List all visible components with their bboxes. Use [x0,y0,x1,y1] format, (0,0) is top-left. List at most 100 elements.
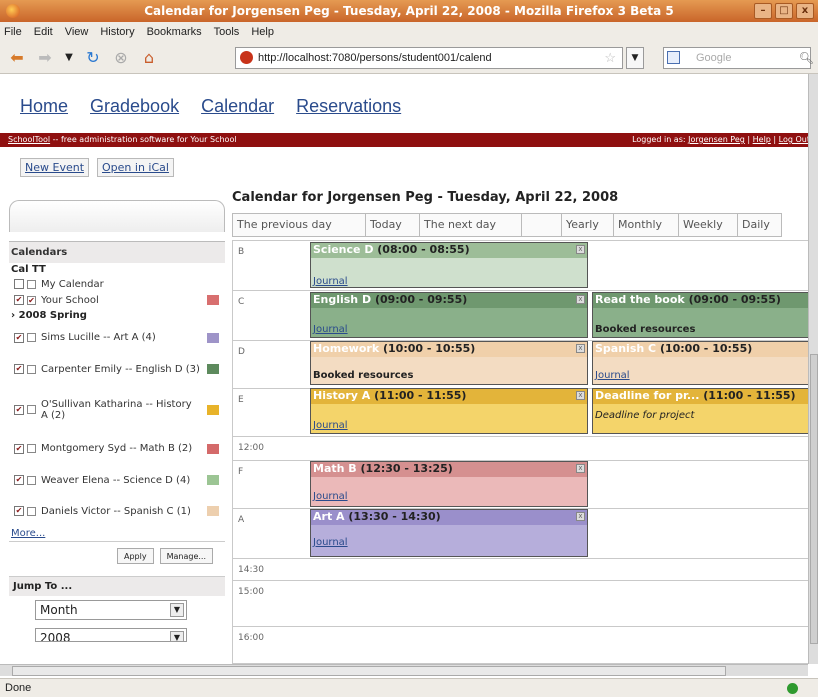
calendar-item-art[interactable]: ✔ Sims Lucille -- Art A (4) [9,323,225,352]
logout-link[interactable]: Log Out [779,135,810,144]
event-art[interactable]: Art A (13:30 - 14:30) x Journal [310,509,588,557]
slot-12-00[interactable]: 12:00 [232,436,810,460]
url-dropdown-icon[interactable]: ▼ [626,47,644,69]
journal-link[interactable]: Journal [313,324,348,335]
event-homework[interactable]: Homework (10:00 - 10:55) x Booked resour… [310,341,588,385]
calendar-item-my-calendar[interactable]: My Calendar [9,277,225,291]
visible-checkbox[interactable] [27,444,36,453]
menu-tools[interactable]: Tools [214,22,240,42]
journal-link[interactable]: Journal [313,537,348,548]
overlay-checkbox[interactable]: ✔ [14,443,24,454]
visible-checkbox[interactable] [27,475,36,485]
new-event-button[interactable]: New Event [20,158,90,177]
home-icon[interactable]: ⌂ [138,48,160,68]
slot-16-00[interactable]: 16:00 [232,626,810,664]
history-dropdown-icon[interactable]: ▼ [58,48,80,68]
calendar-item-english[interactable]: ✔ Carpenter Emily -- English D (3) [9,352,225,386]
visible-checkbox[interactable] [27,506,36,516]
apply-button[interactable]: Apply [117,548,154,564]
color-swatch[interactable] [207,443,219,454]
visible-checkbox[interactable] [27,333,36,342]
visible-checkbox[interactable] [27,364,36,374]
overlay-checkbox[interactable]: ✔ [14,475,24,485]
event-english[interactable]: English D (09:00 - 09:55) x Journal [310,292,588,338]
event-history[interactable]: History A (11:00 - 11:55) x Journal [310,388,588,434]
color-swatch[interactable] [207,364,219,374]
close-icon[interactable]: x [576,512,585,521]
close-icon[interactable]: x [576,344,585,353]
nav-home[interactable]: Home [20,96,68,117]
daily-link[interactable]: Daily [737,214,774,236]
event-science[interactable]: Science D (08:00 - 08:55) x Journal [310,242,588,288]
overlay-checkbox[interactable]: ✔ [14,506,24,516]
nav-calendar[interactable]: Calendar [201,96,274,117]
chevron-down-icon[interactable]: ▼ [170,603,184,617]
back-arrow-icon[interactable]: ⬅ [6,48,28,68]
overlay-checkbox[interactable] [14,279,24,289]
url-bar[interactable]: http://localhost:7080/persons/student001… [235,47,623,69]
color-swatch[interactable] [207,404,219,415]
nav-reservations[interactable]: Reservations [296,96,401,117]
yearly-link[interactable]: Yearly [561,214,603,236]
horizontal-scrollbar[interactable] [0,664,808,676]
slot-15-00[interactable]: 15:00 [232,580,810,626]
scroll-thumb[interactable] [810,354,818,644]
bookmark-star-icon[interactable]: ☆ [604,48,616,68]
close-button[interactable]: x [796,3,814,19]
scroll-thumb[interactable] [12,666,726,676]
overlay-checkbox[interactable]: ✔ [14,364,24,374]
color-swatch[interactable] [207,475,219,485]
event-math[interactable]: Math B (12:30 - 13:25) x Journal [310,461,588,507]
menu-help[interactable]: Help [251,22,274,42]
event-read-the-book[interactable]: Read the book (09:00 - 09:55) Booked res… [592,292,810,338]
manage-button[interactable]: Manage... [159,548,213,564]
search-box[interactable]: Google 🔍︎ [663,47,814,69]
visible-checkbox[interactable]: ✔ [27,295,36,305]
visible-checkbox[interactable] [27,279,36,289]
slot-14-30[interactable]: 14:30 [232,558,810,580]
forward-arrow-icon[interactable]: ➡ [34,48,56,68]
calendar-item-history[interactable]: ✔ O'Sullivan Katharina -- History A (2) [9,386,225,433]
menu-view[interactable]: View [65,22,89,42]
menu-file[interactable]: File [4,22,22,42]
more-calendars-link[interactable]: More... [9,526,225,542]
reload-icon[interactable]: ↻ [82,48,104,68]
nav-gradebook[interactable]: Gradebook [90,96,179,117]
menu-bookmarks[interactable]: Bookmarks [147,22,202,42]
weekly-link[interactable]: Weekly [678,214,727,236]
menu-edit[interactable]: Edit [34,22,53,42]
overlay-checkbox[interactable]: ✔ [14,295,24,305]
close-icon[interactable]: x [576,464,585,473]
event-spanish[interactable]: Spanish C (10:00 - 10:55) Journal [592,341,810,385]
chevron-down-icon[interactable]: ▼ [170,631,184,641]
next-day-link[interactable]: The next day [419,214,500,236]
previous-day-link[interactable]: The previous day [233,214,336,236]
calendar-item-math[interactable]: ✔ Montgomery Syd -- Math B (2) [9,433,225,464]
calendar-item-science[interactable]: ✔ Weaver Elena -- Science D (4) [9,464,225,496]
close-icon[interactable]: x [576,245,585,254]
today-link[interactable]: Today [365,214,406,236]
journal-link[interactable]: Journal [313,420,348,431]
minimize-button[interactable]: – [754,3,772,19]
close-icon[interactable]: x [576,295,585,304]
calendar-item-spanish[interactable]: ✔ Daniels Victor -- Spanish C (1) [9,496,225,526]
visible-checkbox[interactable] [27,405,36,414]
menu-history[interactable]: History [100,22,134,42]
user-link[interactable]: Jorgensen Peg [688,135,745,144]
brand-link[interactable]: SchoolTool [8,135,50,144]
stop-icon[interactable]: ⊗ [110,48,132,68]
color-swatch[interactable] [207,332,219,343]
color-swatch[interactable] [207,295,219,305]
search-engine-icon[interactable] [667,51,680,64]
vertical-scrollbar[interactable] [808,74,818,664]
help-link[interactable]: Help [753,135,771,144]
maximize-button[interactable]: □ [775,3,793,19]
jump-month-select[interactable]: Month ▼ [35,600,187,620]
event-deadline[interactable]: Deadline for pr... (11:00 - 11:55) Deadl… [592,388,810,434]
calendar-item-your-school[interactable]: ✔ ✔ Your School [9,291,225,309]
jump-year-select[interactable]: 2008 ▼ [35,628,187,642]
close-icon[interactable]: x [576,391,585,400]
journal-link[interactable]: Journal [595,370,630,381]
overlay-checkbox[interactable]: ✔ [14,404,24,415]
overlay-checkbox[interactable]: ✔ [14,332,24,343]
